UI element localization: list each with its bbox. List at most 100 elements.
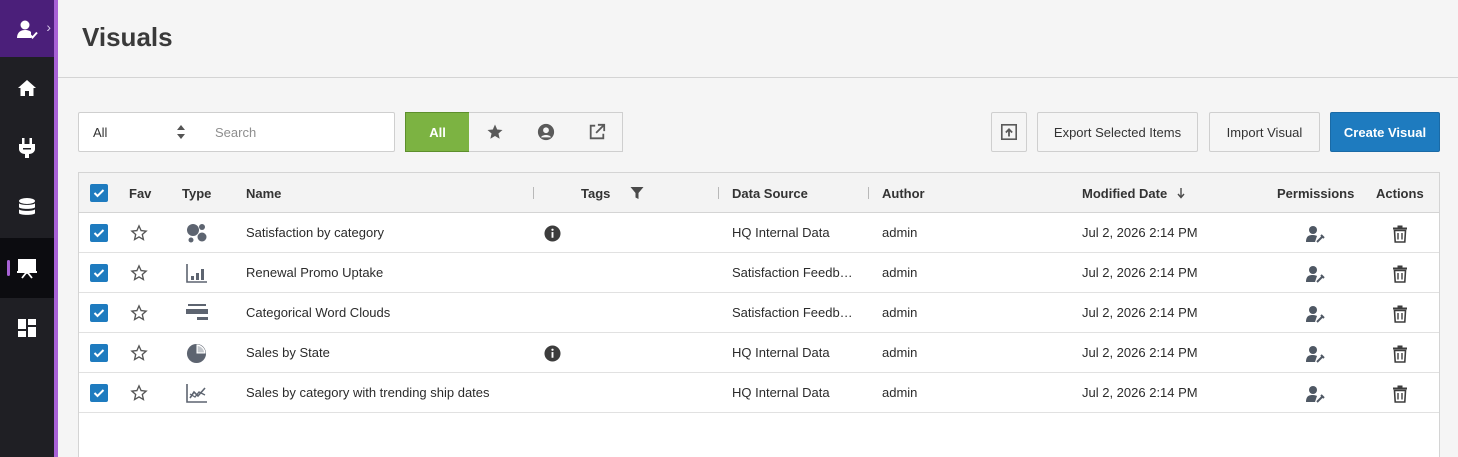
data-source: HQ Internal Data [732,225,830,240]
user-menu-button[interactable]: › [0,0,54,57]
sidebar-item-dashboards[interactable] [0,298,54,358]
search-input[interactable]: Search [215,125,256,140]
database-icon [19,198,35,215]
star-outline-icon[interactable] [130,304,148,322]
filter-favorites-tab[interactable] [469,112,521,152]
home-icon [18,80,36,96]
visuals-table: Fav Type Name Tags Data Source Author Mo… [78,172,1440,457]
modified-date: Jul 2, 2026 2:14 PM [1082,385,1198,400]
filter-search-box: All Search [78,112,395,152]
modified-date: Jul 2, 2026 2:14 PM [1082,225,1198,240]
author: admin [882,265,918,280]
visual-name[interactable]: Renewal Promo Uptake [246,265,383,280]
data-source: HQ Internal Data [732,385,830,400]
author: admin [882,305,918,320]
row-checkbox[interactable] [90,384,108,402]
dashboard-icon [18,319,36,337]
row-checkbox[interactable] [90,224,108,242]
checkmark-icon [93,309,105,318]
bar-chart-icon [186,264,207,283]
permissions-icon[interactable] [1305,224,1325,244]
page-title: Visuals [82,22,173,52]
col-data-source[interactable]: Data Source [732,186,808,201]
row-checkbox[interactable] [90,304,108,322]
trash-icon[interactable] [1392,385,1408,403]
line-chart-icon [186,384,207,403]
star-outline-icon[interactable] [130,264,148,282]
filter-mine-tab[interactable] [520,112,572,152]
row-checkbox[interactable] [90,344,108,362]
permissions-icon[interactable] [1305,344,1325,364]
checkmark-icon [93,389,105,398]
visual-name[interactable]: Satisfaction by category [246,225,384,240]
sidebar-item-visuals[interactable] [0,238,54,298]
visual-name[interactable]: Categorical Word Clouds [246,305,390,320]
trash-icon[interactable] [1392,225,1408,243]
visual-name[interactable]: Sales by category with trending ship dat… [246,385,490,400]
plug-icon [19,138,35,158]
col-type[interactable]: Type [182,186,211,201]
author: admin [882,385,918,400]
col-modified-date[interactable]: Modified Date [1082,186,1167,201]
table-row[interactable]: Categorical Word Clouds Satisfaction Fee… [79,293,1439,333]
sidebar-item-home[interactable] [0,58,54,118]
trash-icon[interactable] [1392,345,1408,363]
checkmark-icon [93,229,105,238]
chevron-right-icon: › [46,19,51,35]
permissions-icon[interactable] [1305,304,1325,324]
col-actions[interactable]: Actions [1376,186,1424,201]
filter-select[interactable]: All [93,125,107,140]
col-fav[interactable]: Fav [129,186,151,201]
info-icon[interactable] [544,345,561,362]
visual-name[interactable]: Sales by State [246,345,330,360]
trash-icon[interactable] [1392,265,1408,283]
filter-icon[interactable] [630,186,644,200]
user-circle-icon [537,123,554,141]
row-checkbox[interactable] [90,264,108,282]
column-divider [533,187,534,199]
presentation-icon [17,259,37,279]
star-outline-icon[interactable] [130,344,148,362]
data-source: Satisfaction Feedb… [732,305,853,320]
star-outline-icon[interactable] [130,224,148,242]
page-header: Visuals [58,0,1458,78]
column-divider [718,187,719,199]
author: admin [882,345,918,360]
table-row[interactable]: Sales by State HQ Internal Data admin Ju… [79,333,1439,373]
checkmark-icon [93,189,105,198]
create-visual-button[interactable]: Create Visual [1330,112,1440,152]
col-tags[interactable]: Tags [581,186,610,201]
star-outline-icon[interactable] [130,384,148,402]
sidebar-item-connections[interactable] [0,118,54,178]
table-row[interactable]: Sales by category with trending ship dat… [79,373,1439,413]
filter-shared-tab[interactable] [571,112,623,152]
filter-all-tab[interactable]: All [405,112,470,152]
col-permissions[interactable]: Permissions [1277,186,1354,201]
export-icon-button[interactable] [991,112,1027,152]
checkmark-icon [93,269,105,278]
permissions-icon[interactable] [1305,264,1325,284]
trash-icon[interactable] [1392,305,1408,323]
export-selected-button[interactable]: Export Selected Items [1037,112,1198,152]
pie-chart-icon [186,343,207,364]
column-divider [868,187,869,199]
table-row[interactable]: Renewal Promo Uptake Satisfaction Feedb…… [79,253,1439,293]
col-author[interactable]: Author [882,186,925,201]
sidebar-item-data[interactable] [0,178,54,238]
upload-icon [1000,123,1018,141]
checkmark-icon [93,349,105,358]
data-source: Satisfaction Feedb… [732,265,853,280]
info-icon[interactable] [544,225,561,242]
modified-date: Jul 2, 2026 2:14 PM [1082,345,1198,360]
modified-date: Jul 2, 2026 2:14 PM [1082,265,1198,280]
external-link-icon [589,123,605,140]
import-visual-button[interactable]: Import Visual [1209,112,1320,152]
modified-date: Jul 2, 2026 2:14 PM [1082,305,1198,320]
user-check-icon [17,20,38,39]
data-source: HQ Internal Data [732,345,830,360]
permissions-icon[interactable] [1305,384,1325,404]
table-row[interactable]: Satisfaction by category HQ Internal Dat… [79,213,1439,253]
sidebar: › [0,0,54,457]
col-name[interactable]: Name [246,186,281,201]
select-all-checkbox[interactable] [90,184,108,202]
